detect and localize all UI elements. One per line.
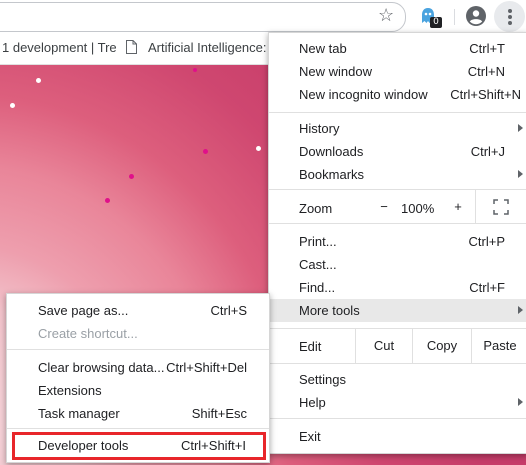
menu-item-shortcut: Ctrl+Shift+Del xyxy=(166,360,247,375)
chevron-right-icon xyxy=(518,124,523,132)
zoom-in-button[interactable]: + xyxy=(449,199,467,214)
menu-item-more-tools[interactable]: More tools xyxy=(269,299,526,322)
menu-item-label: Downloads xyxy=(299,144,364,159)
menu-item-label: Save page as... xyxy=(38,303,129,318)
menu-item-settings[interactable]: Settings xyxy=(269,368,526,391)
menu-item-shortcut: Shift+Esc xyxy=(191,406,247,421)
copy-button[interactable]: Copy xyxy=(412,329,471,363)
menu-item-shortcut: Ctrl+S xyxy=(210,303,247,318)
address-bar[interactable] xyxy=(0,2,406,32)
extension-badge: 0 xyxy=(430,17,442,28)
menu-item-print[interactable]: Print... Ctrl+P xyxy=(269,230,526,253)
menu-item-downloads[interactable]: Downloads Ctrl+J xyxy=(269,140,526,163)
decorative-dot xyxy=(10,103,15,108)
decorative-dot xyxy=(203,149,208,154)
paste-button[interactable]: Paste xyxy=(471,329,526,363)
menu-separator xyxy=(269,223,526,224)
menu-item-shortcut: Ctrl+J xyxy=(470,144,505,159)
zoom-divider xyxy=(475,189,476,223)
submenu-item-task-manager[interactable]: Task manager Shift+Esc xyxy=(7,402,269,425)
menu-item-label: More tools xyxy=(299,303,360,318)
menu-separator xyxy=(7,428,269,429)
menu-item-label: Cast... xyxy=(299,257,337,272)
browser-toolbar: ☆ 0 xyxy=(0,0,526,34)
menu-item-new-tab[interactable]: New tab Ctrl+T xyxy=(269,37,526,60)
menu-separator xyxy=(269,112,526,113)
chrome-main-menu: New tab Ctrl+T New window Ctrl+N New inc… xyxy=(268,32,526,454)
menu-separator xyxy=(269,189,526,190)
menu-item-shortcut: Ctrl+Shift+N xyxy=(450,87,521,102)
zoom-label: Zoom xyxy=(299,201,333,216)
star-icon[interactable]: ☆ xyxy=(378,6,394,24)
submenu-item-save-page[interactable]: Save page as... Ctrl+S xyxy=(7,299,269,322)
menu-item-help[interactable]: Help xyxy=(269,391,526,414)
submenu-item-extensions[interactable]: Extensions xyxy=(7,379,269,402)
menu-item-label: Task manager xyxy=(38,406,120,421)
menu-item-shortcut: Ctrl+T xyxy=(469,41,505,56)
edit-label: Edit xyxy=(299,339,322,354)
chevron-right-icon xyxy=(518,306,523,314)
menu-item-shortcut: Ctrl+N xyxy=(467,64,505,79)
menu-item-new-incognito-window[interactable]: New incognito window Ctrl+Shift+N xyxy=(269,83,526,106)
menu-item-shortcut: Ctrl+P xyxy=(468,234,505,249)
decorative-dot xyxy=(105,198,110,203)
account-circle-icon[interactable] xyxy=(466,6,486,26)
decorative-dot xyxy=(256,146,261,151)
menu-item-shortcut: Ctrl+F xyxy=(469,280,505,295)
menu-separator xyxy=(269,418,526,419)
decorative-dot xyxy=(193,68,197,72)
menu-item-label: Help xyxy=(299,395,326,410)
menu-item-shortcut: Ctrl+Shift+I xyxy=(180,438,246,453)
menu-item-label: Print... xyxy=(299,234,337,249)
edit-row: Edit Cut Copy Paste xyxy=(269,329,526,363)
menu-item-label: History xyxy=(299,121,340,136)
bookmark-item[interactable]: 1 development | Tre xyxy=(2,40,117,55)
menu-item-label: Settings xyxy=(299,372,346,387)
submenu-item-clear-browsing-data[interactable]: Clear browsing data... Ctrl+Shift+Del xyxy=(7,356,269,379)
submenu-item-create-shortcut: Create shortcut... xyxy=(7,322,269,345)
menu-item-history[interactable]: History xyxy=(269,117,526,140)
document-icon xyxy=(126,40,137,54)
menu-separator xyxy=(7,349,269,350)
toolbar-divider xyxy=(454,9,455,25)
menu-item-label: Create shortcut... xyxy=(38,326,138,341)
menu-item-exit[interactable]: Exit xyxy=(269,425,526,448)
submenu-item-developer-tools[interactable]: Developer tools Ctrl+Shift+I xyxy=(12,432,266,460)
menu-item-label: Extensions xyxy=(38,383,102,398)
menu-item-find[interactable]: Find... Ctrl+F xyxy=(269,276,526,299)
menu-separator xyxy=(269,363,526,364)
menu-item-label: New window xyxy=(299,64,372,79)
chevron-right-icon xyxy=(518,170,523,178)
menu-item-label: Exit xyxy=(299,429,321,444)
fullscreen-icon[interactable] xyxy=(493,199,509,215)
zoom-out-button[interactable]: − xyxy=(375,199,393,214)
cut-button[interactable]: Cut xyxy=(355,329,412,363)
menu-item-label: Bookmarks xyxy=(299,167,365,182)
menu-item-label: New tab xyxy=(299,41,347,56)
menu-item-label: Developer tools xyxy=(38,438,129,453)
zoom-level: 100% xyxy=(401,201,435,216)
menu-item-bookmarks[interactable]: Bookmarks xyxy=(269,163,526,186)
decorative-dot xyxy=(36,78,41,83)
chevron-right-icon xyxy=(518,398,523,406)
menu-item-label: Find... xyxy=(299,280,336,295)
menu-item-label: New incognito window xyxy=(299,87,428,102)
decorative-dot xyxy=(129,174,134,179)
kebab-menu-icon[interactable] xyxy=(494,1,525,32)
bookmark-item[interactable]: Artificial Intelligence: xyxy=(148,40,267,55)
menu-item-label: Clear browsing data... xyxy=(38,360,165,375)
menu-item-cast[interactable]: Cast... xyxy=(269,253,526,276)
menu-item-new-window[interactable]: New window Ctrl+N xyxy=(269,60,526,83)
more-tools-submenu: Save page as... Ctrl+S Create shortcut..… xyxy=(6,293,270,463)
